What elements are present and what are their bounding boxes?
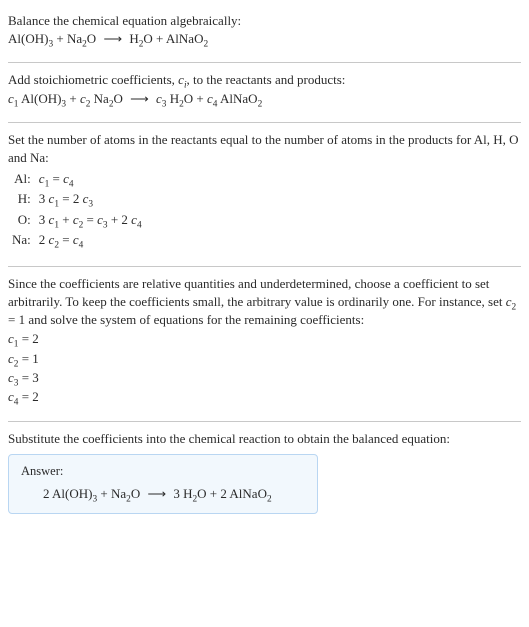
arbitrary-intro: Since the coefficients are relative quan… — [8, 275, 521, 330]
arrow: ⟶ — [126, 91, 153, 106]
arrow: ⟶ — [143, 486, 170, 501]
equation-cell: c1 = c4 — [35, 169, 146, 189]
atoms-intro: Set the number of atoms in the reactants… — [8, 131, 521, 167]
text: = — [83, 212, 97, 227]
solve-section: Since the coefficients are relative quan… — [8, 271, 521, 417]
element-label: Na: — [8, 230, 35, 250]
plus: + — [66, 91, 80, 106]
plus: + — [153, 31, 166, 46]
element-label: O: — [8, 210, 35, 230]
coeff-intro: Add stoichiometric coefficients, ci, to … — [8, 71, 521, 89]
table-row: Na: 2 c2 = c4 — [8, 230, 146, 250]
text: = — [59, 232, 73, 247]
title: Balance the chemical equation algebraica… — [8, 12, 521, 30]
species: H — [166, 91, 179, 106]
divider — [8, 122, 521, 123]
species: 2 Al(OH) — [43, 486, 92, 501]
text: 3 — [39, 191, 49, 206]
subscript: 3 — [88, 200, 93, 210]
species: O — [197, 486, 206, 501]
species: O — [87, 31, 96, 46]
species: O — [184, 91, 193, 106]
main-equation: Al(OH)3 + Na2O ⟶ H2O + AlNaO2 — [8, 30, 521, 48]
table-row: Al: c1 = c4 — [8, 169, 146, 189]
species: Al(OH) — [18, 91, 61, 106]
subscript: 2 — [203, 40, 208, 50]
subscript: 2 — [267, 494, 272, 504]
answer-section: Substitute the coefficients into the che… — [8, 426, 521, 524]
solved-line: c3 = 3 — [8, 369, 521, 387]
species: + 2 AlNaO — [207, 486, 267, 501]
text: = 1 and solve the system of equations fo… — [8, 312, 364, 327]
species: 3 H — [173, 486, 192, 501]
solved-line: c1 = 2 — [8, 330, 521, 348]
atom-equations-table: Al: c1 = c4 H: 3 c1 = 2 c3 O: 3 c1 + c2 … — [8, 169, 146, 250]
species: O — [113, 91, 122, 106]
equation-cell: 3 c1 + c2 = c3 + 2 c4 — [35, 210, 146, 230]
text: Since the coefficients are relative quan… — [8, 276, 506, 309]
subscript: 2 — [512, 303, 517, 313]
solved-line: c2 = 1 — [8, 350, 521, 368]
text: + 2 — [108, 212, 132, 227]
table-row: H: 3 c1 = 2 c3 — [8, 189, 146, 209]
species: AlNaO — [166, 31, 204, 46]
text: Add stoichiometric coefficients, — [8, 72, 178, 87]
element-label: Al: — [8, 169, 35, 189]
subscript: 4 — [79, 240, 84, 250]
text: = 1 — [18, 351, 38, 366]
species: + Na — [97, 486, 126, 501]
text: = 2 — [18, 389, 38, 404]
answer-equation: 2 Al(OH)3 + Na2O ⟶ 3 H2O + 2 AlNaO2 — [21, 485, 305, 503]
text: , to the reactants and products: — [187, 72, 346, 87]
species: AlNaO — [217, 91, 257, 106]
answer-label: Answer: — [21, 463, 305, 481]
answer-box: Answer: 2 Al(OH)3 + Na2O ⟶ 3 H2O + 2 AlN… — [8, 454, 318, 514]
plus: + — [53, 31, 67, 46]
plus: + — [193, 91, 207, 106]
equation-cell: 2 c2 = c4 — [35, 230, 146, 250]
species: Na — [67, 31, 82, 46]
text: = 2 — [18, 331, 38, 346]
solved-line: c4 = 2 — [8, 388, 521, 406]
subst-intro: Substitute the coefficients into the che… — [8, 430, 521, 448]
title-section: Balance the chemical equation algebraica… — [8, 8, 521, 58]
element-label: H: — [8, 189, 35, 209]
table-row: O: 3 c1 + c2 = c3 + 2 c4 — [8, 210, 146, 230]
divider — [8, 62, 521, 63]
subscript: 4 — [69, 180, 74, 190]
coefficients-section: Add stoichiometric coefficients, ci, to … — [8, 67, 521, 117]
text: = — [49, 171, 63, 186]
species: O — [131, 486, 140, 501]
text: = 3 — [18, 370, 38, 385]
text: + — [59, 212, 73, 227]
text: 2 — [39, 232, 49, 247]
species: Na — [90, 91, 108, 106]
divider — [8, 421, 521, 422]
subscript: 4 — [137, 220, 142, 230]
species: H — [129, 31, 138, 46]
text: = 2 — [59, 191, 83, 206]
subscript: 2 — [258, 99, 263, 109]
species: O — [143, 31, 152, 46]
divider — [8, 266, 521, 267]
arrow: ⟶ — [99, 31, 126, 46]
species: Al(OH) — [8, 31, 48, 46]
coefficients-equation: c1 Al(OH)3 + c2 Na2O ⟶ c3 H2O + c4 AlNaO… — [8, 90, 521, 108]
equation-cell: 3 c1 = 2 c3 — [35, 189, 146, 209]
atom-balance-section: Set the number of atoms in the reactants… — [8, 127, 521, 262]
text: 3 — [39, 212, 49, 227]
